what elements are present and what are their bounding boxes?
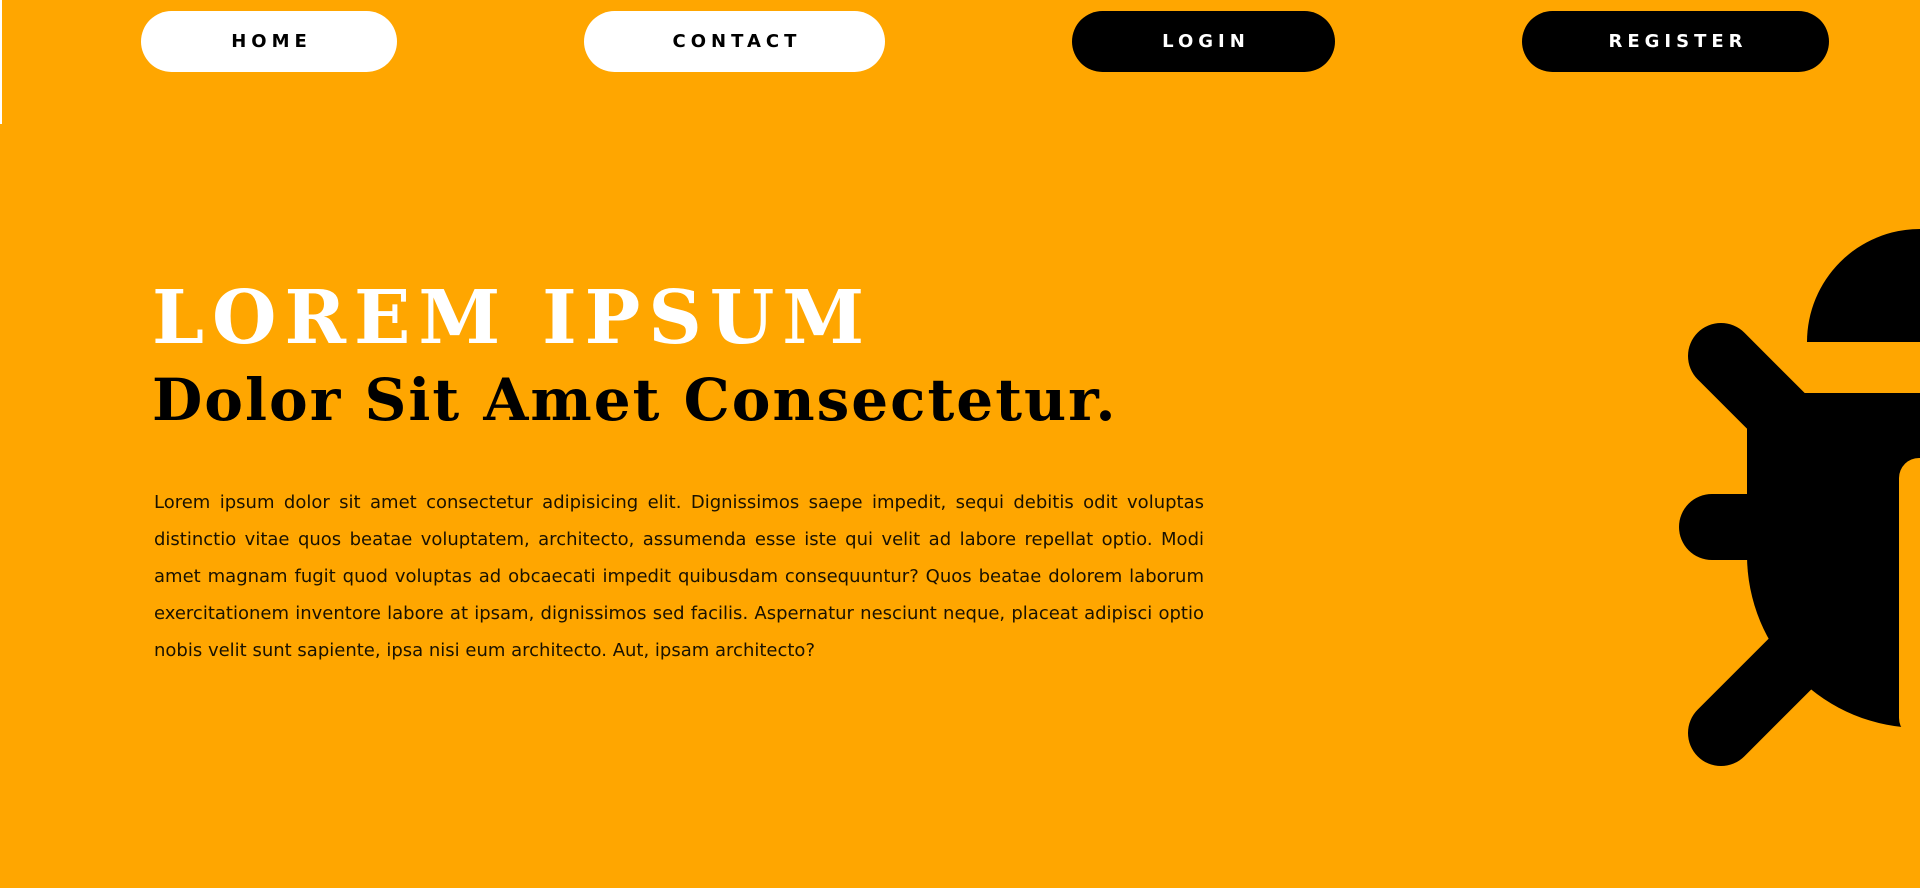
register-button[interactable]: REGISTER: [1522, 11, 1829, 72]
hero-section: LOREM IPSUM Dolor Sit Amet Consectetur. …: [152, 270, 1204, 669]
hero-subtitle: Dolor Sit Amet Consectetur.: [152, 366, 1118, 434]
bug-icon: [1679, 229, 1920, 766]
contact-button[interactable]: CONTACT: [584, 11, 885, 72]
home-button[interactable]: HOME: [141, 11, 397, 72]
hero-title: LOREM IPSUM: [152, 275, 873, 361]
login-button[interactable]: LOGIN: [1072, 11, 1335, 72]
hero-paragraph: Lorem ipsum dolor sit amet consectetur a…: [154, 492, 1204, 661]
top-navigation: HOME CONTACT LOGIN REGISTER: [0, 0, 1920, 90]
